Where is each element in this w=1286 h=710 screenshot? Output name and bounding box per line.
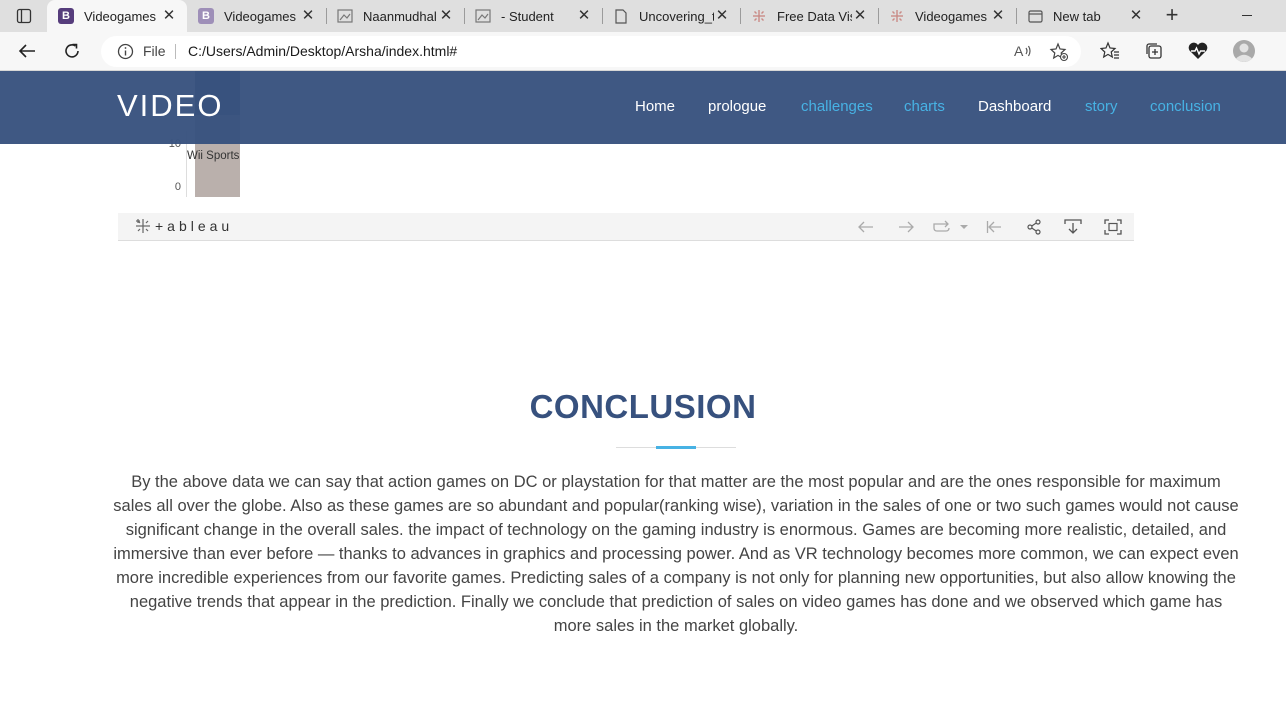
tab-videogames-active[interactable]: B Videogames ✕ bbox=[47, 0, 187, 32]
tab-title: Videogames bbox=[84, 8, 157, 24]
profile-avatar[interactable] bbox=[1232, 39, 1256, 63]
close-tab-icon[interactable]: ✕ bbox=[300, 8, 316, 24]
nav-home[interactable]: Home bbox=[635, 98, 675, 115]
share-icon[interactable] bbox=[1024, 217, 1044, 237]
tab-naanmudhal[interactable]: Naanmudhal ✕ bbox=[326, 0, 464, 32]
download-icon[interactable] bbox=[1063, 217, 1083, 237]
conclusion-paragraph: By the above data we can say that action… bbox=[113, 473, 1239, 635]
tab-title: New tab bbox=[1053, 8, 1101, 24]
close-tab-icon[interactable]: ✕ bbox=[1128, 8, 1144, 24]
info-icon[interactable] bbox=[117, 43, 134, 60]
nav-charts[interactable]: charts bbox=[904, 98, 945, 115]
y-tick-label: 0 bbox=[174, 181, 181, 193]
close-tab-icon[interactable]: ✕ bbox=[576, 8, 592, 24]
tab-title: - Student bbox=[501, 8, 554, 24]
close-tab-icon[interactable]: ✕ bbox=[161, 8, 177, 24]
image-icon bbox=[475, 8, 491, 24]
tab-uncovering[interactable]: Uncovering_th ✕ bbox=[602, 0, 740, 32]
collections-icon[interactable] bbox=[1142, 39, 1166, 63]
nav-story[interactable]: story bbox=[1085, 98, 1118, 115]
close-tab-icon[interactable]: ✕ bbox=[852, 8, 868, 24]
nav-prologue[interactable]: prologue bbox=[708, 98, 766, 115]
tab-title: Uncovering_th bbox=[639, 8, 714, 24]
newtab-icon bbox=[1027, 8, 1043, 24]
favorites-icon[interactable] bbox=[1098, 39, 1122, 63]
tableau-wordmark: +ableau bbox=[155, 218, 234, 234]
tab-strip: B Videogames ✕ B Videogames ✕ Naanmudhal… bbox=[0, 0, 1286, 32]
address-bar[interactable]: File C:/Users/Admin/Desktop/Arsha/index.… bbox=[101, 36, 1081, 67]
minimize-icon[interactable] bbox=[1242, 15, 1252, 16]
close-tab-icon[interactable]: ✕ bbox=[990, 8, 1006, 24]
tab-actions-icon[interactable] bbox=[14, 7, 34, 25]
browser-toolbar: File C:/Users/Admin/Desktop/Arsha/index.… bbox=[0, 32, 1286, 71]
tab-title: Videogames s bbox=[915, 8, 990, 24]
nav-dashboard[interactable]: Dashboard bbox=[978, 98, 1051, 115]
bootstrap-icon: B bbox=[58, 8, 74, 24]
nav-conclusion[interactable]: conclusion bbox=[1150, 98, 1221, 115]
tableau-icon bbox=[751, 8, 767, 24]
document-icon bbox=[613, 8, 629, 24]
url-text[interactable]: C:/Users/Admin/Desktop/Arsha/index.html# bbox=[188, 43, 457, 59]
title-underline-accent bbox=[656, 446, 696, 449]
divider bbox=[175, 44, 176, 59]
new-tab-plus-icon[interactable]: + bbox=[1160, 4, 1184, 28]
tableau-icon bbox=[889, 8, 905, 24]
tab-student[interactable]: - Student ✕ bbox=[464, 0, 602, 32]
revert-all-icon[interactable] bbox=[984, 217, 1004, 237]
bootstrap-icon: B bbox=[198, 8, 214, 24]
revert-dropdown-icon[interactable] bbox=[931, 217, 969, 237]
fullscreen-icon[interactable] bbox=[1103, 217, 1123, 237]
bar-data-label: Wii Sports bbox=[187, 150, 240, 162]
tableau-logo-icon bbox=[136, 219, 150, 233]
site-header: VIDEO Home prologue challenges charts Da… bbox=[0, 71, 1286, 144]
undo-arrow-icon[interactable] bbox=[856, 217, 876, 237]
add-favorite-icon[interactable] bbox=[1049, 42, 1069, 67]
redo-arrow-icon[interactable] bbox=[896, 217, 916, 237]
tab-title: Videogames bbox=[224, 8, 297, 24]
close-tab-icon[interactable]: ✕ bbox=[714, 8, 730, 24]
close-tab-icon[interactable]: ✕ bbox=[438, 8, 454, 24]
scheme-label: File bbox=[143, 43, 166, 59]
reload-icon[interactable] bbox=[60, 39, 84, 63]
site-logo[interactable]: VIDEO bbox=[117, 88, 223, 124]
read-aloud-icon[interactable]: A bbox=[1013, 42, 1033, 65]
svg-text:A: A bbox=[1014, 43, 1024, 59]
back-arrow-icon[interactable] bbox=[15, 39, 39, 63]
nav-challenges[interactable]: challenges bbox=[801, 98, 873, 115]
tableau-logo: +ableau bbox=[135, 218, 233, 234]
image-icon bbox=[337, 8, 353, 24]
section-title: CONCLUSION bbox=[529, 388, 757, 425]
tab-videogames[interactable]: B Videogames ✕ bbox=[187, 0, 326, 32]
tableau-toolbar: +ableau bbox=[118, 213, 1134, 241]
tab-videogames-s[interactable]: Videogames s ✕ bbox=[878, 0, 1016, 32]
tab-free-data-visu[interactable]: Free Data Visu ✕ bbox=[740, 0, 878, 32]
tab-new-tab[interactable]: New tab ✕ bbox=[1016, 0, 1154, 32]
tab-title: Naanmudhal bbox=[363, 8, 437, 24]
tab-title: Free Data Visu bbox=[777, 8, 852, 24]
browser-essentials-icon[interactable] bbox=[1186, 39, 1210, 63]
